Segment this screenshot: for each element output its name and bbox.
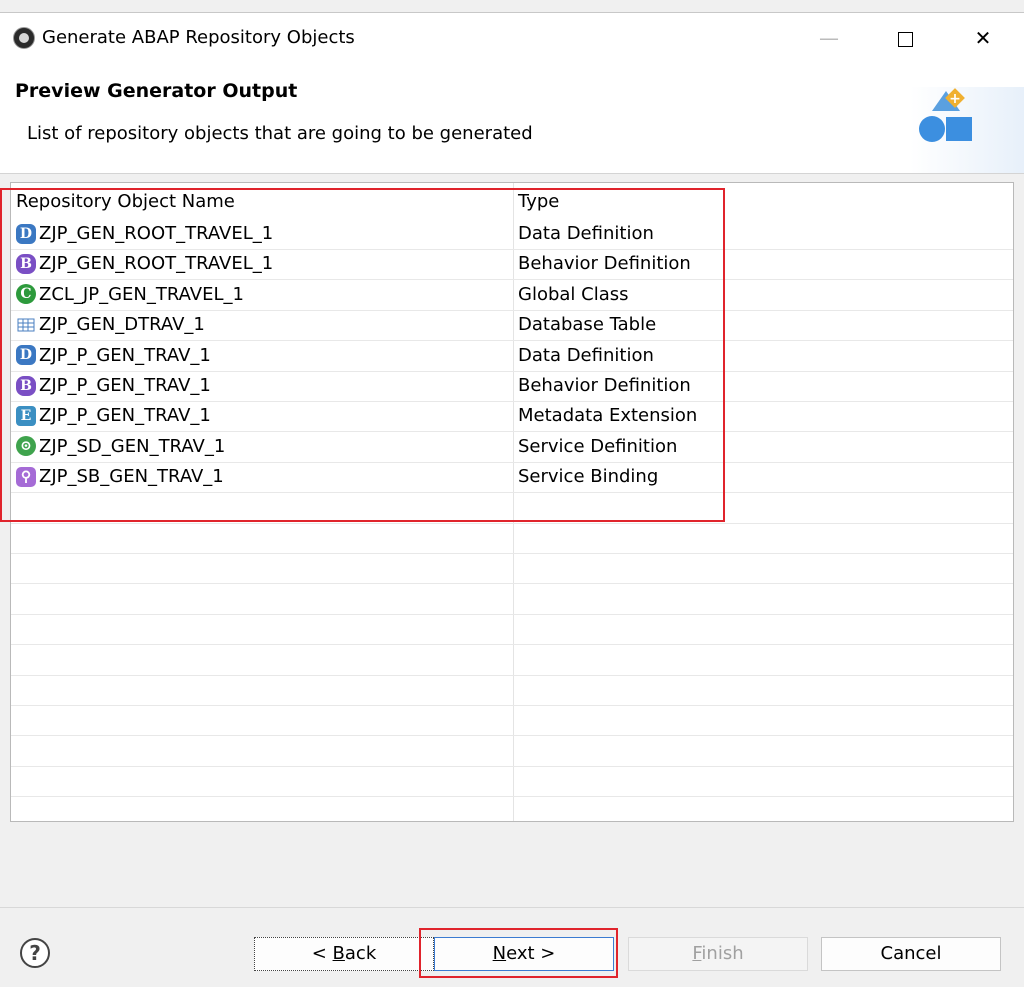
object-name: ZJP_GEN_DTRAV_1 <box>39 314 205 336</box>
table-row[interactable]: C ZCL_JP_GEN_TRAVEL_1 Global Class <box>11 281 1013 311</box>
object-type-cell: Global Class <box>518 283 629 305</box>
title-bar: Generate ABAP Repository Objects — ✕ <box>0 13 1024 63</box>
minimize-button[interactable]: — <box>806 13 852 63</box>
data-definition-icon: D <box>16 223 36 244</box>
empty-table-row <box>11 737 1013 767</box>
table-row[interactable]: D ZJP_GEN_ROOT_TRAVEL_1 Data Definition <box>11 220 1013 250</box>
maximize-icon <box>897 32 913 47</box>
table-row[interactable]: B ZJP_GEN_ROOT_TRAVEL_1 Behavior Definitio… <box>11 250 1013 281</box>
object-name: ZJP_P_GEN_TRAV_1 <box>39 405 211 427</box>
page-description: List of repository objects that are goin… <box>27 123 533 144</box>
behavior-definition-icon: B <box>16 253 36 274</box>
back-prefix: < <box>311 943 333 964</box>
object-type-cell: Data Definition <box>518 344 654 366</box>
empty-table-row <box>11 524 1013 554</box>
global-class-icon: C <box>16 284 36 305</box>
database-table-icon <box>16 314 36 335</box>
object-name-cell: ⚲ ZJP_SB_GEN_TRAV_1 <box>16 466 224 487</box>
next-mnemonic: N <box>492 943 507 964</box>
object-name: ZJP_SB_GEN_TRAV_1 <box>39 466 224 488</box>
empty-table-row <box>11 615 1013 646</box>
finish-rest: inish <box>701 943 744 964</box>
object-name-cell: ⊙ ZJP_SD_GEN_TRAV_1 <box>16 436 225 457</box>
wizard-banner-icon: + <box>910 87 1024 173</box>
object-name: ZJP_P_GEN_TRAV_1 <box>39 344 211 366</box>
object-name: ZJP_SD_GEN_TRAV_1 <box>39 435 226 457</box>
empty-table-row <box>11 646 1013 676</box>
window-title: Generate ABAP Repository Objects <box>42 27 355 48</box>
table-row[interactable]: D ZJP_P_GEN_TRAV_1 Data Definition <box>11 342 1013 372</box>
table-row[interactable]: E ZJP_P_GEN_TRAV_1 Metadata Extension <box>11 402 1013 433</box>
table-row[interactable]: ⊙ ZJP_SD_GEN_TRAV_1 Service Definition <box>11 433 1013 463</box>
object-type-cell: Behavior Definition <box>518 253 691 275</box>
column-header-name[interactable]: Repository Object Name <box>16 191 235 212</box>
object-name: ZJP_GEN_ROOT_TRAVEL_1 <box>39 223 274 244</box>
object-name-cell: B ZJP_GEN_ROOT_TRAVEL_1 <box>16 253 273 274</box>
back-rest: ack <box>344 943 377 964</box>
object-name: ZJP_P_GEN_TRAV_1 <box>39 375 211 396</box>
table-header: Repository Object Name Type <box>11 187 1013 215</box>
object-name-cell: D ZJP_P_GEN_TRAV_1 <box>16 345 211 366</box>
page-title: Preview Generator Output <box>15 80 298 102</box>
empty-table-row <box>11 494 1013 524</box>
object-name-cell: ZJP_GEN_DTRAV_1 <box>16 314 205 335</box>
empty-table-row <box>11 767 1013 798</box>
table-row[interactable]: ⚲ ZJP_SB_GEN_TRAV_1 Service Binding <box>11 463 1013 494</box>
table-row[interactable]: B ZJP_P_GEN_TRAV_1 Behavior Definition <box>11 372 1013 402</box>
table-row[interactable]: ZJP_GEN_DTRAV_1 Database Table <box>11 311 1013 342</box>
cancel-button[interactable]: Cancel <box>821 937 1001 971</box>
object-type-cell: Service Binding <box>518 466 659 488</box>
object-name: ZCL_JP_GEN_TRAVEL_1 <box>39 283 244 305</box>
object-type-cell: Behavior Definition <box>518 375 691 396</box>
object-type-cell: Data Definition <box>518 223 654 244</box>
footer-divider <box>0 907 1024 908</box>
empty-table-row <box>11 706 1013 737</box>
object-type-cell: Database Table <box>518 314 657 336</box>
next-button[interactable]: Next > <box>434 937 614 971</box>
column-header-type[interactable]: Type <box>518 191 559 212</box>
empty-table-row <box>11 798 1013 821</box>
back-mnemonic: B <box>332 943 345 964</box>
behavior-definition-icon: B <box>16 375 36 396</box>
empty-table-row <box>11 554 1013 585</box>
empty-table-row <box>11 585 1013 615</box>
service-binding-icon: ⚲ <box>16 466 36 487</box>
object-name-cell: B ZJP_P_GEN_TRAV_1 <box>16 375 211 396</box>
repository-objects-table[interactable]: Repository Object Name Type D ZJP_GEN_ROO… <box>10 182 1014 822</box>
object-name-cell: E ZJP_P_GEN_TRAV_1 <box>16 405 211 426</box>
object-name-cell: D ZJP_GEN_ROOT_TRAVEL_1 <box>16 223 273 244</box>
eclipse-app-icon <box>13 27 35 49</box>
object-type-cell: Metadata Extension <box>518 405 698 427</box>
empty-table-row <box>11 676 1013 706</box>
data-definition-icon: D <box>16 345 36 366</box>
finish-button[interactable]: Finish <box>628 937 808 971</box>
maximize-button[interactable] <box>882 13 928 63</box>
svg-text:+: + <box>949 91 961 107</box>
wizard-header: Preview Generator Output List of reposit… <box>0 63 1024 174</box>
back-button[interactable]: < Back <box>254 937 434 971</box>
object-name-cell: C ZCL_JP_GEN_TRAVEL_1 <box>16 284 244 305</box>
next-rest: ext > <box>506 943 556 964</box>
service-definition-icon: ⊙ <box>16 436 36 457</box>
close-button[interactable]: ✕ <box>960 13 1006 63</box>
object-name: ZJP_GEN_ROOT_TRAVEL_1 <box>39 253 274 275</box>
help-icon[interactable]: ? <box>20 938 50 968</box>
object-type-cell: Service Definition <box>518 435 678 457</box>
metadata-extension-icon: E <box>16 405 36 426</box>
